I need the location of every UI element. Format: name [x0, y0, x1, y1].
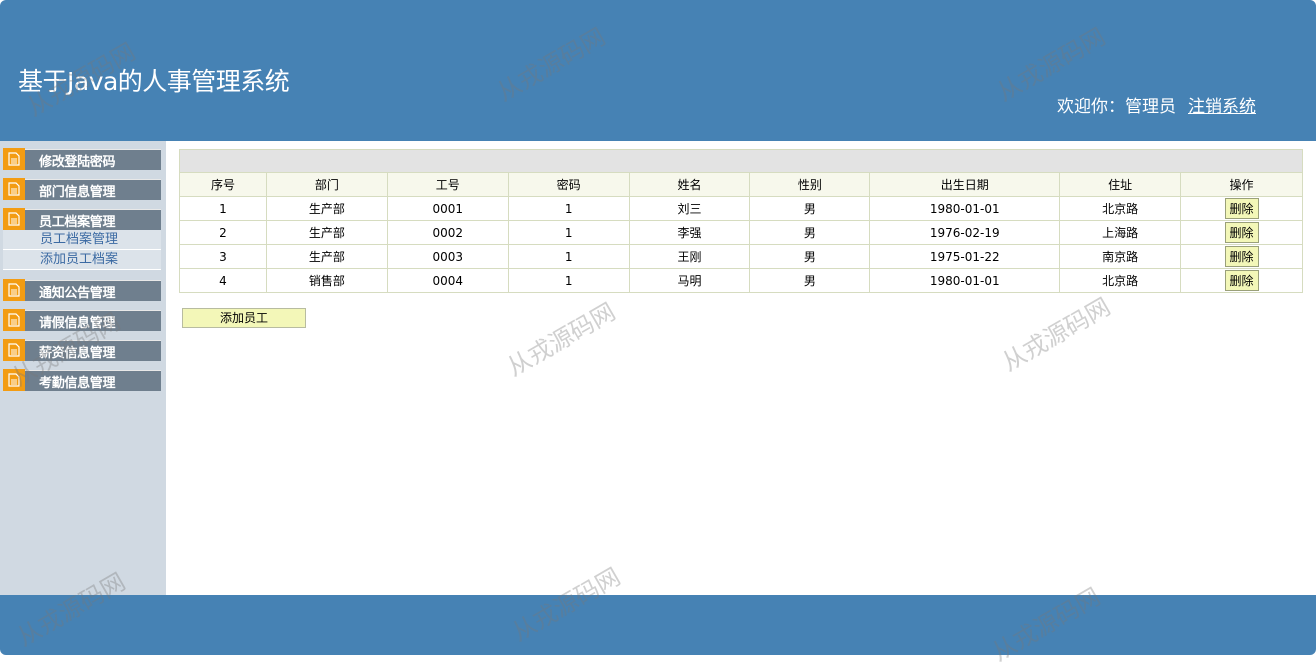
- add-employee-button[interactable]: 添加员工: [182, 308, 306, 328]
- document-icon: [3, 279, 25, 301]
- table-row: 3 生产部 0003 1 王刚 男 1975-01-22 南京路 删除: [179, 244, 1303, 269]
- menu-label: 考勤信息管理: [39, 375, 116, 391]
- menu-attendance-management[interactable]: 考勤信息管理: [3, 369, 161, 391]
- delete-button[interactable]: 删除: [1224, 270, 1259, 291]
- col-header-action: 操作: [1180, 172, 1303, 197]
- cell-employee-id: 0002: [386, 220, 509, 245]
- submenu-item-add-employee[interactable]: 添加员工档案: [3, 250, 161, 270]
- cell-name: 李强: [628, 220, 751, 245]
- cell-name: 刘三: [628, 196, 751, 221]
- menu-label: 通知公告管理: [39, 285, 116, 301]
- cell-department: 生产部: [265, 244, 388, 269]
- cell-birthdate: 1976-02-19: [869, 220, 1061, 245]
- col-header-address: 住址: [1059, 172, 1182, 197]
- cell-gender: 男: [749, 244, 871, 269]
- cell-employee-id: 0003: [386, 244, 509, 269]
- welcome-text: 欢迎你：管理员: [1057, 97, 1176, 117]
- menu-label: 薪资信息管理: [39, 345, 116, 361]
- cell-action: 删除: [1180, 268, 1303, 293]
- cell-birthdate: 1975-01-22: [869, 244, 1061, 269]
- cell-birthdate: 1980-01-01: [869, 196, 1061, 221]
- cell-password: 1: [507, 268, 630, 293]
- menu-group-salary: 薪资信息管理: [3, 339, 161, 361]
- main-content: 序号 部门 工号 密码 姓名 性别 出生日期 住址 操作 1 生产部 0001 …: [166, 141, 1316, 595]
- menu-group-employee: 员工档案管理 员工档案管理 添加员工档案: [3, 208, 161, 270]
- menu-group-notice: 通知公告管理: [3, 279, 161, 301]
- menu-label: 请假信息管理: [39, 315, 116, 331]
- cell-password: 1: [507, 220, 630, 245]
- app-title: 基于Java的人事管理系统: [18, 67, 290, 96]
- col-header-index: 序号: [179, 172, 267, 197]
- menu-group-leave: 请假信息管理: [3, 309, 161, 331]
- cell-gender: 男: [749, 196, 871, 221]
- cell-index: 4: [179, 268, 267, 293]
- cell-password: 1: [507, 244, 630, 269]
- cell-index: 3: [179, 244, 267, 269]
- document-icon: [3, 208, 25, 230]
- menu-group-department: 部门信息管理: [3, 178, 161, 200]
- cell-address: 上海路: [1059, 220, 1182, 245]
- col-header-birthdate: 出生日期: [869, 172, 1061, 197]
- menu-department-management[interactable]: 部门信息管理: [3, 178, 161, 200]
- cell-action: 删除: [1180, 196, 1303, 221]
- table-row: 4 销售部 0004 1 马明 男 1980-01-01 北京路 删除: [179, 268, 1303, 293]
- cell-name: 马明: [628, 268, 751, 293]
- menu-group-password: 修改登陆密码: [3, 148, 161, 170]
- menu-notice-management[interactable]: 通知公告管理: [3, 279, 161, 301]
- delete-button[interactable]: 删除: [1224, 222, 1259, 243]
- cell-action: 删除: [1180, 220, 1303, 245]
- cell-employee-id: 0004: [386, 268, 509, 293]
- menu-salary-management[interactable]: 薪资信息管理: [3, 339, 161, 361]
- menu-leave-management[interactable]: 请假信息管理: [3, 309, 161, 331]
- menu-label: 修改登陆密码: [39, 154, 116, 170]
- menu-group-attendance: 考勤信息管理: [3, 369, 161, 391]
- cell-employee-id: 0001: [386, 196, 509, 221]
- submenu-item-employee-records[interactable]: 员工档案管理: [3, 230, 161, 250]
- table-row: 1 生产部 0001 1 刘三 男 1980-01-01 北京路 删除: [179, 196, 1303, 221]
- cell-gender: 男: [749, 268, 871, 293]
- menu-change-password[interactable]: 修改登陆密码: [3, 148, 161, 170]
- table-caption-row: [179, 149, 1303, 173]
- logout-link[interactable]: 注销系统: [1188, 97, 1256, 117]
- user-area: 欢迎你：管理员 注销系统: [1057, 92, 1256, 117]
- menu-label: 部门信息管理: [39, 184, 116, 200]
- delete-button[interactable]: 删除: [1224, 246, 1259, 267]
- col-header-department: 部门: [265, 172, 388, 197]
- document-icon: [3, 309, 25, 331]
- cell-department: 生产部: [265, 196, 388, 221]
- cell-address: 南京路: [1059, 244, 1182, 269]
- cell-department: 生产部: [265, 220, 388, 245]
- delete-button[interactable]: 删除: [1224, 198, 1259, 219]
- table-header-row: 序号 部门 工号 密码 姓名 性别 出生日期 住址 操作: [179, 172, 1303, 197]
- cell-department: 销售部: [265, 268, 388, 293]
- document-icon: [3, 178, 25, 200]
- col-header-gender: 性别: [749, 172, 871, 197]
- document-icon: [3, 369, 25, 391]
- document-icon: [3, 148, 25, 170]
- cell-index: 1: [179, 196, 267, 221]
- cell-action: 删除: [1180, 244, 1303, 269]
- submenu-employee: 员工档案管理 添加员工档案: [3, 230, 161, 270]
- col-header-password: 密码: [507, 172, 630, 197]
- cell-address: 北京路: [1059, 196, 1182, 221]
- col-header-employee-id: 工号: [386, 172, 509, 197]
- cell-address: 北京路: [1059, 268, 1182, 293]
- sidebar: 修改登陆密码 部门信息管理 员工档案管理 员工档案管理 添加员工档案 通知公告管…: [0, 141, 166, 595]
- col-header-name: 姓名: [628, 172, 751, 197]
- employee-table: 序号 部门 工号 密码 姓名 性别 出生日期 住址 操作 1 生产部 0001 …: [179, 149, 1303, 293]
- cell-name: 王刚: [628, 244, 751, 269]
- cell-index: 2: [179, 220, 267, 245]
- menu-employee-records[interactable]: 员工档案管理: [3, 208, 161, 230]
- cell-gender: 男: [749, 220, 871, 245]
- cell-password: 1: [507, 196, 630, 221]
- document-icon: [3, 339, 25, 361]
- header-bar: 基于Java的人事管理系统 欢迎你：管理员 注销系统: [0, 0, 1316, 141]
- cell-birthdate: 1980-01-01: [869, 268, 1061, 293]
- menu-label: 员工档案管理: [39, 214, 116, 230]
- footer-bar: [0, 595, 1316, 655]
- table-row: 2 生产部 0002 1 李强 男 1976-02-19 上海路 删除: [179, 220, 1303, 245]
